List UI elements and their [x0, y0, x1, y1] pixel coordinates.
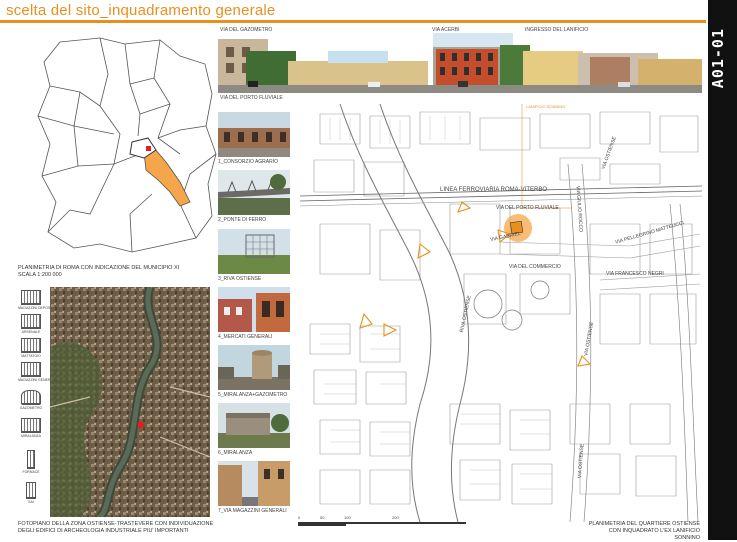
sheet-code-strip: A01-01	[708, 0, 737, 540]
ostiense-plan	[300, 104, 702, 522]
legend-item: SAI	[18, 482, 44, 505]
legend-item: MATTATOIO	[18, 338, 44, 359]
photo-miralanza-gazometro	[218, 345, 290, 390]
page-title: scelta del sito_inquadramento generale	[6, 2, 276, 19]
plan-caption: PLANIMETRIA DEL QUARTIERE OSTIENSE CON I…	[588, 521, 700, 541]
sheet-code: A01-01	[709, 28, 727, 89]
photo-label: 7_VIA MAGAZZINI GENERALI	[218, 508, 287, 514]
legend-item: ARSENALE	[18, 314, 44, 335]
photo-label: 2_PONTE DI FERRO	[218, 217, 267, 223]
street-label: VIA DEL COMMERCIO	[509, 264, 561, 270]
satellite-photo	[50, 287, 210, 517]
photo-column: 1_CONSORZIO AGRARIO 2_PONTE DI FERRO 3_R…	[218, 112, 292, 522]
chimney-icon	[27, 450, 35, 469]
photo-ponte	[218, 170, 290, 215]
photo-consorzio	[218, 112, 290, 157]
photo-mercati	[218, 287, 290, 332]
panorama-photo	[218, 33, 702, 93]
rome-map	[37, 37, 217, 253]
highlight-label: LANIFICIO SONNINO	[526, 104, 566, 109]
legend-item: MIRALANZA	[18, 418, 44, 439]
legend-item: GAZOMETRO	[18, 390, 44, 411]
scale-tick: 100	[344, 515, 351, 520]
satellite-caption: FOTOPIANO DELLA ZONA OSTIENSE-TRASTEVERE…	[18, 521, 214, 534]
building-icon	[21, 362, 41, 377]
building-icon	[21, 290, 41, 305]
photo-label: 4_MERCATI GENERALI	[218, 334, 273, 340]
legend-item: MAGAZZINI GENERALI	[18, 362, 56, 383]
building-icon	[21, 314, 41, 329]
building-icon	[21, 418, 41, 433]
panorama-bottom-label: VIA DEL PORTO FLUVIALE	[220, 95, 283, 101]
photo-miralanza	[218, 403, 290, 448]
street-label: VIA FRANCESCO NEGRI	[606, 271, 664, 277]
legend-item: FORNACE	[18, 450, 44, 475]
photo-label: 5_MIRALANZA+GAZOMETRO	[218, 392, 288, 398]
scale-bar: 0 50 100 200	[298, 515, 468, 532]
street-label: VIA DEL PORTO FLUVIALE	[496, 205, 559, 211]
photo-label: 3_RIVA OSTIENSE	[218, 276, 262, 282]
scale-tick: 0	[298, 515, 301, 520]
photo-magazzini	[218, 461, 290, 506]
rome-map-caption: PLANIMETRIA DI ROMA CON INDICAZIONE DEL …	[18, 265, 180, 278]
gasometer-icon	[21, 390, 41, 405]
building-icon	[21, 338, 41, 353]
legend: MAGAZZINI DEPOSITI FRIGORIFERI ARSENALE …	[18, 290, 78, 510]
scale-tick: 200	[392, 515, 399, 520]
street-label: LINEA FERROVIARIA ROMA-VITERBO	[440, 187, 548, 193]
photo-label: 1_CONSORZIO AGRARIO	[218, 159, 279, 165]
photo-riva	[218, 229, 290, 274]
tower-icon	[26, 482, 36, 499]
title-rule	[0, 20, 706, 23]
photo-label: 6_MIRALANZA	[218, 450, 253, 456]
legend-item: MAGAZZINI DEPOSITI FRIGORIFERI	[18, 290, 78, 311]
scale-tick: 50	[320, 515, 325, 520]
